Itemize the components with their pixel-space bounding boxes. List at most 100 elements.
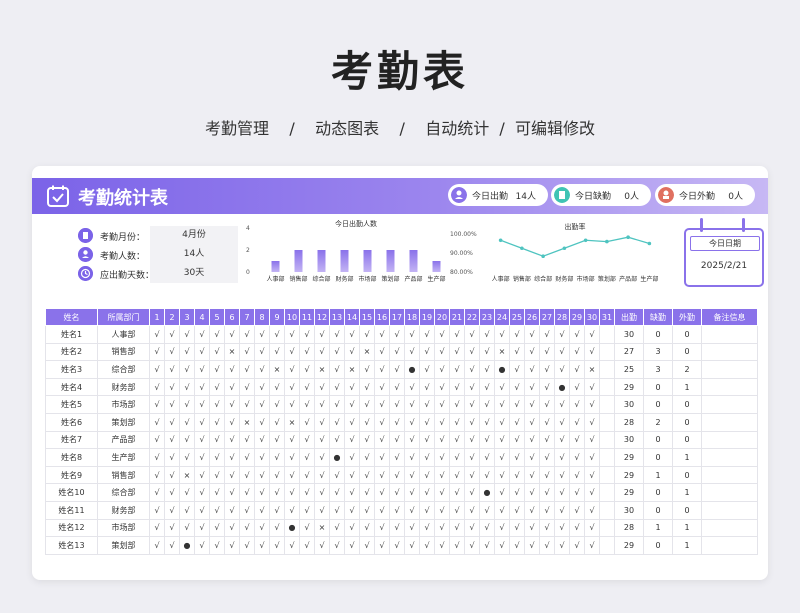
- day-cell: √: [329, 360, 345, 379]
- field-count: 0: [672, 342, 702, 362]
- day-cell: √: [359, 325, 375, 344]
- table-row: 姓名7 产品部 √ √ √ √ √ √ √ √ √ √ √ √ √ √ √ √ √ √ √ √ √ √ √ √ √ √ √ √ √ √ 30 0 0: [45, 430, 758, 450]
- x-tick-label: 综合部: [312, 275, 330, 283]
- day-cell: √: [164, 518, 180, 538]
- day-cell: √: [374, 430, 390, 450]
- day-cell: √: [464, 395, 480, 414]
- day-cell: √: [194, 342, 210, 362]
- department: 财务部: [97, 500, 150, 520]
- day-cell: √: [194, 536, 210, 555]
- day-cell: √: [404, 536, 420, 555]
- day-cell: √: [224, 395, 240, 414]
- day-cell: ×: [284, 412, 300, 432]
- table-row: 姓名5 市场部 √ √ √ √ √ √ √ √ √ √ √ √ √ √ √ √ √ √ √ √ √ √ √ √ √ √ √ √ √ √ 30 0 0: [45, 395, 758, 414]
- day-cell: √: [254, 536, 270, 555]
- day-cell: √: [389, 448, 405, 467]
- y-tick-label: 4: [246, 225, 250, 232]
- attended-count: 30: [614, 430, 644, 450]
- day-cell: √: [569, 325, 585, 344]
- day-cell: √: [314, 536, 330, 555]
- x-tick-label: 策划部: [381, 275, 399, 283]
- attended-count: 27: [614, 342, 644, 362]
- day-cell: √: [224, 430, 240, 450]
- day-cell: √: [239, 360, 255, 379]
- day-cell: √: [419, 500, 435, 520]
- day-cell: √: [509, 377, 525, 397]
- day-cell: √: [464, 412, 480, 432]
- info-value: 14人: [150, 245, 238, 264]
- day-cell: √: [539, 412, 555, 432]
- day-cell: √: [494, 412, 510, 432]
- header-title: 考勤统计表: [78, 188, 168, 209]
- note-cell: [701, 536, 758, 555]
- day-cell: √: [209, 483, 225, 502]
- day-cell: √: [494, 483, 510, 502]
- attended-count: 28: [614, 412, 644, 432]
- day-cell: √: [179, 342, 195, 362]
- day-cell: √: [299, 518, 315, 538]
- day-cell: √: [419, 483, 435, 502]
- day-cell: √: [434, 518, 450, 538]
- day-cell: √: [239, 448, 255, 467]
- x-tick-label: 销售部: [513, 275, 531, 283]
- day-cell: √: [464, 342, 480, 362]
- field-count: 1: [672, 448, 702, 467]
- day-cell: √: [404, 377, 420, 397]
- day-cell: ●: [179, 536, 195, 555]
- column-header: 5: [209, 308, 225, 326]
- absent-count: 0: [643, 536, 673, 555]
- day-cell: √: [239, 325, 255, 344]
- day-cell: √: [314, 430, 330, 450]
- day-cell: √: [524, 430, 540, 450]
- day-cell: √: [344, 448, 360, 467]
- table-row: 姓名8 生产部 √ √ √ √ √ √ √ √ √ √ √ √ ● √ √ √ √ √ √ √ √ √ √ √ √ √ √ √ √ √ 29 0 1: [45, 448, 758, 467]
- note-cell: [701, 360, 758, 379]
- table-row: 姓名11 财务部 √ √ √ √ √ √ √ √ √ √ √ √ √ √ √ √ √ √ √ √ √ √ √ √ √ √ √ √ √ √ 30 0…: [45, 500, 758, 520]
- bar: [363, 250, 372, 272]
- day-cell: √: [539, 448, 555, 467]
- day-cell: √: [254, 395, 270, 414]
- day-cell: √: [539, 500, 555, 520]
- day-cell: √: [434, 342, 450, 362]
- day-cell: √: [464, 360, 480, 379]
- x-tick-label: 市场部: [358, 275, 376, 283]
- y-tick-label: 90.00%: [450, 250, 473, 257]
- day-cell: √: [554, 536, 570, 555]
- column-header: 28: [554, 308, 570, 326]
- attended-count: 30: [614, 395, 644, 414]
- day-cell: √: [314, 395, 330, 414]
- user-icon: [658, 187, 674, 203]
- day-cell: [599, 536, 615, 555]
- series-line: [500, 236, 650, 257]
- day-cell: √: [344, 500, 360, 520]
- day-cell: √: [569, 465, 585, 485]
- note-cell: [701, 325, 758, 344]
- day-cell: √: [464, 536, 480, 555]
- day-cell: √: [149, 342, 165, 362]
- x-tick-label: 产品部: [619, 275, 637, 283]
- note-cell: [701, 500, 758, 520]
- day-cell: √: [389, 395, 405, 414]
- absent-count: 3: [643, 360, 673, 379]
- attended-count: 29: [614, 448, 644, 467]
- employee-name: 姓名7: [45, 430, 98, 450]
- day-cell: √: [224, 412, 240, 432]
- day-cell: √: [269, 500, 285, 520]
- day-cell: √: [419, 395, 435, 414]
- day-cell: √: [164, 448, 180, 467]
- day-cell: √: [299, 500, 315, 520]
- day-cell: √: [299, 483, 315, 502]
- day-cell: [599, 483, 615, 502]
- x-tick-label: 生产部: [427, 275, 445, 283]
- day-cell: √: [149, 465, 165, 485]
- day-cell: √: [149, 500, 165, 520]
- day-cell: √: [464, 325, 480, 344]
- day-cell: √: [284, 360, 300, 379]
- absent-count: 1: [643, 518, 673, 538]
- bar: [432, 261, 441, 272]
- day-cell: [599, 360, 615, 379]
- day-cell: √: [194, 465, 210, 485]
- absent-count: 0: [643, 448, 673, 467]
- day-cell: √: [434, 412, 450, 432]
- day-cell: √: [479, 395, 495, 414]
